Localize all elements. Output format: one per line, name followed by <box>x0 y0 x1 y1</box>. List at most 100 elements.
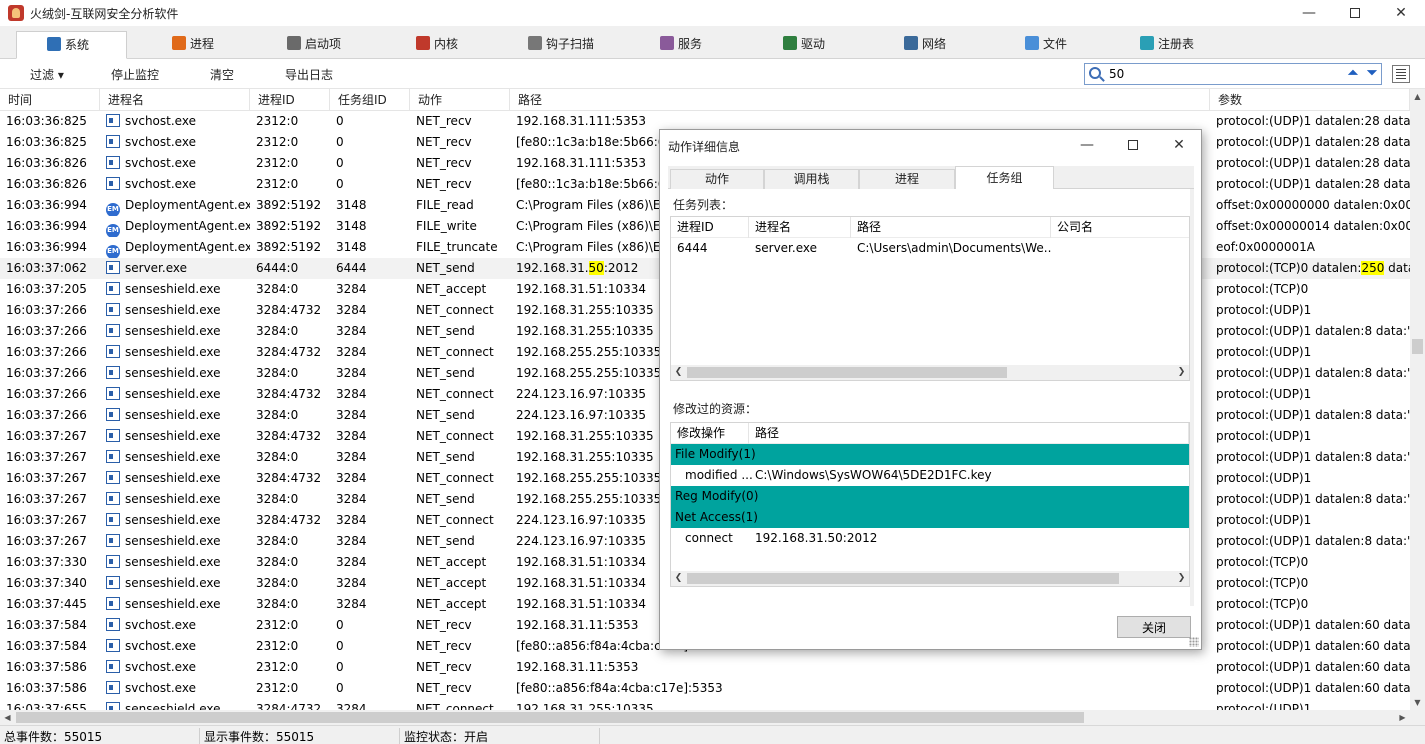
resize-grip-icon[interactable] <box>1189 637 1199 647</box>
scroll-thumb[interactable] <box>687 573 1119 584</box>
cell-action: NET_recv <box>416 156 472 170</box>
cell-action: NET_send <box>416 408 475 422</box>
tab-9[interactable]: 注册表 <box>1140 31 1194 59</box>
dialog-close-button[interactable]: 关闭 <box>1117 616 1191 638</box>
cell-tg: 3284 <box>336 303 367 317</box>
close-window-button[interactable]: ✕ <box>1378 0 1424 26</box>
tab-6[interactable]: 驱动 <box>783 31 825 59</box>
cell-pid: 3284:0 <box>256 282 299 296</box>
scroll-down-icon[interactable]: ▼ <box>1410 695 1425 710</box>
task-column-1[interactable]: 进程名 <box>749 217 851 238</box>
resource-group-row[interactable]: Net Access(1) <box>671 507 1189 528</box>
tab-3[interactable]: 内核 <box>416 31 458 59</box>
resources-hscrollbar[interactable]: ❮ ❯ <box>671 571 1189 586</box>
cell-pid: 3284:4732 <box>256 387 322 401</box>
table-row[interactable]: 16:03:37:655 senseshield.exe 3284:4732 3284… <box>0 699 1410 710</box>
horizontal-scrollbar[interactable]: ◀ ▶ <box>0 710 1410 725</box>
cell-action: NET_recv <box>416 114 472 128</box>
scroll-left-icon[interactable]: ❮ <box>671 571 686 586</box>
cell-proc: senseshield.exe <box>100 699 250 710</box>
cell-time: 16:03:37:267 <box>6 450 87 464</box>
resource-column-1[interactable]: 路径 <box>749 423 1189 444</box>
cell-tg: 3284 <box>336 471 367 485</box>
column-header-4[interactable]: 动作 <box>410 89 510 111</box>
process-name: senseshield.exe <box>125 387 221 401</box>
process-icon <box>106 534 120 547</box>
stop-monitor-button[interactable]: 停止监控 <box>111 66 159 83</box>
table-row[interactable]: 16:03:37:586 svchost.exe 2312:0 0 NET_recv [f… <box>0 678 1410 699</box>
cell-tg: 3284 <box>336 324 367 338</box>
cell-action: NET_connect <box>416 513 494 527</box>
task-column-0[interactable]: 进程ID <box>671 217 749 238</box>
list-view-icon[interactable] <box>1392 65 1410 83</box>
search-input[interactable] <box>1109 66 1339 82</box>
resource-column-0[interactable]: 修改操作 <box>671 423 749 444</box>
task-column-3[interactable]: 公司名 <box>1051 217 1189 238</box>
resource-group-row[interactable]: Reg Modify(0) <box>671 486 1189 507</box>
export-log-button[interactable]: 导出日志 <box>285 66 333 83</box>
cell-pid: 3284:0 <box>256 492 299 506</box>
cell-param: protocol:(UDP)1 datalen:28 data:' <box>1216 114 1410 128</box>
tab-5[interactable]: 服务 <box>660 31 702 59</box>
cell-tg: 0 <box>336 639 344 653</box>
scroll-right-icon[interactable]: ▶ <box>1395 710 1410 725</box>
dialog-tab-3[interactable]: 任务组 <box>955 166 1054 190</box>
dialog-tab-0[interactable]: 动作 <box>670 169 764 189</box>
task-row[interactable]: 6444 server.exe C:\Users\admin\Documents\W… <box>671 238 1189 259</box>
column-header-1[interactable]: 进程名 <box>100 89 250 111</box>
scroll-up-icon[interactable]: ▲ <box>1410 89 1425 104</box>
tab-8[interactable]: 文件 <box>1025 31 1067 59</box>
dialog-tab-2[interactable]: 进程 <box>859 169 955 189</box>
resource-group-row[interactable]: File Modify(1) <box>671 444 1189 465</box>
cell-tg: 3148 <box>336 198 367 212</box>
resource-row[interactable]: connect 192.168.31.50:2012 <box>671 528 1189 549</box>
tab-2[interactable]: 启动项 <box>287 31 341 59</box>
resources-header: 修改操作 路径 <box>671 423 1189 444</box>
scroll-left-icon[interactable]: ◀ <box>0 710 15 725</box>
process-icon <box>106 303 120 316</box>
vertical-scrollbar[interactable]: ▲ ▼ <box>1410 89 1425 710</box>
scroll-left-icon[interactable]: ❮ <box>671 365 686 380</box>
task-column-2[interactable]: 路径 <box>851 217 1051 238</box>
filter-button[interactable]: 过滤 ▾ <box>30 66 64 83</box>
scroll-right-icon[interactable]: ❯ <box>1174 571 1189 586</box>
cell-pid: 6444:0 <box>256 261 299 275</box>
clear-button[interactable]: 清空 <box>210 66 234 83</box>
tab-0[interactable]: 系统 <box>16 31 127 59</box>
monitor-status: 监控状态：开启 <box>400 728 600 744</box>
resource-row[interactable]: modified ... C:\Windows\SysWOW64\5DE2D1FC… <box>671 465 1189 486</box>
windows-icon <box>172 36 186 50</box>
tab-1[interactable]: 进程 <box>172 31 214 59</box>
scroll-thumb[interactable] <box>1412 339 1423 354</box>
dialog-tab-1[interactable]: 调用栈 <box>764 169 859 189</box>
scroll-right-icon[interactable]: ❯ <box>1174 365 1189 380</box>
column-header-5[interactable]: 路径 <box>510 89 1210 111</box>
column-header-6[interactable]: 参数 <box>1210 89 1410 111</box>
task-list-hscrollbar[interactable]: ❮ ❯ <box>671 365 1189 380</box>
table-row[interactable]: 16:03:37:586 svchost.exe 2312:0 0 NET_recv 19… <box>0 657 1410 678</box>
search-next-button[interactable]: ⏷ <box>1364 66 1380 82</box>
cell-time: 16:03:37:330 <box>6 555 87 569</box>
tab-4[interactable]: 钩子扫描 <box>528 31 594 59</box>
cell-param: protocol:(UDP)1 datalen:8 data:'0 <box>1216 366 1410 380</box>
scroll-thumb[interactable] <box>16 712 1084 723</box>
cell-pid: 3284:0 <box>256 555 299 569</box>
tab-7[interactable]: 网络 <box>904 31 946 59</box>
cell-param: protocol:(UDP)1 <box>1216 471 1312 485</box>
maximize-button[interactable] <box>1332 0 1378 26</box>
search-prev-button[interactable]: ⏶ <box>1345 66 1361 82</box>
dialog-minimize-button[interactable]: — <box>1064 130 1110 160</box>
tab-label: 内核 <box>434 37 459 51</box>
scroll-thumb[interactable] <box>687 367 1007 378</box>
cell-tg: 0 <box>336 177 344 191</box>
dialog-maximize-button[interactable] <box>1110 130 1156 160</box>
column-header-0[interactable]: 时间 <box>0 89 100 111</box>
cell-proc: svchost.exe <box>100 657 250 678</box>
total-events: 总事件数：55015 <box>0 728 200 744</box>
column-header-2[interactable]: 进程ID <box>250 89 330 111</box>
dialog-close-icon[interactable]: ✕ <box>1156 130 1202 160</box>
maximize-icon <box>1350 8 1360 18</box>
column-header-3[interactable]: 任务组ID <box>330 89 410 111</box>
cell-param: protocol:(UDP)1 datalen:8 data:'0 <box>1216 450 1410 464</box>
minimize-button[interactable]: — <box>1286 0 1332 26</box>
